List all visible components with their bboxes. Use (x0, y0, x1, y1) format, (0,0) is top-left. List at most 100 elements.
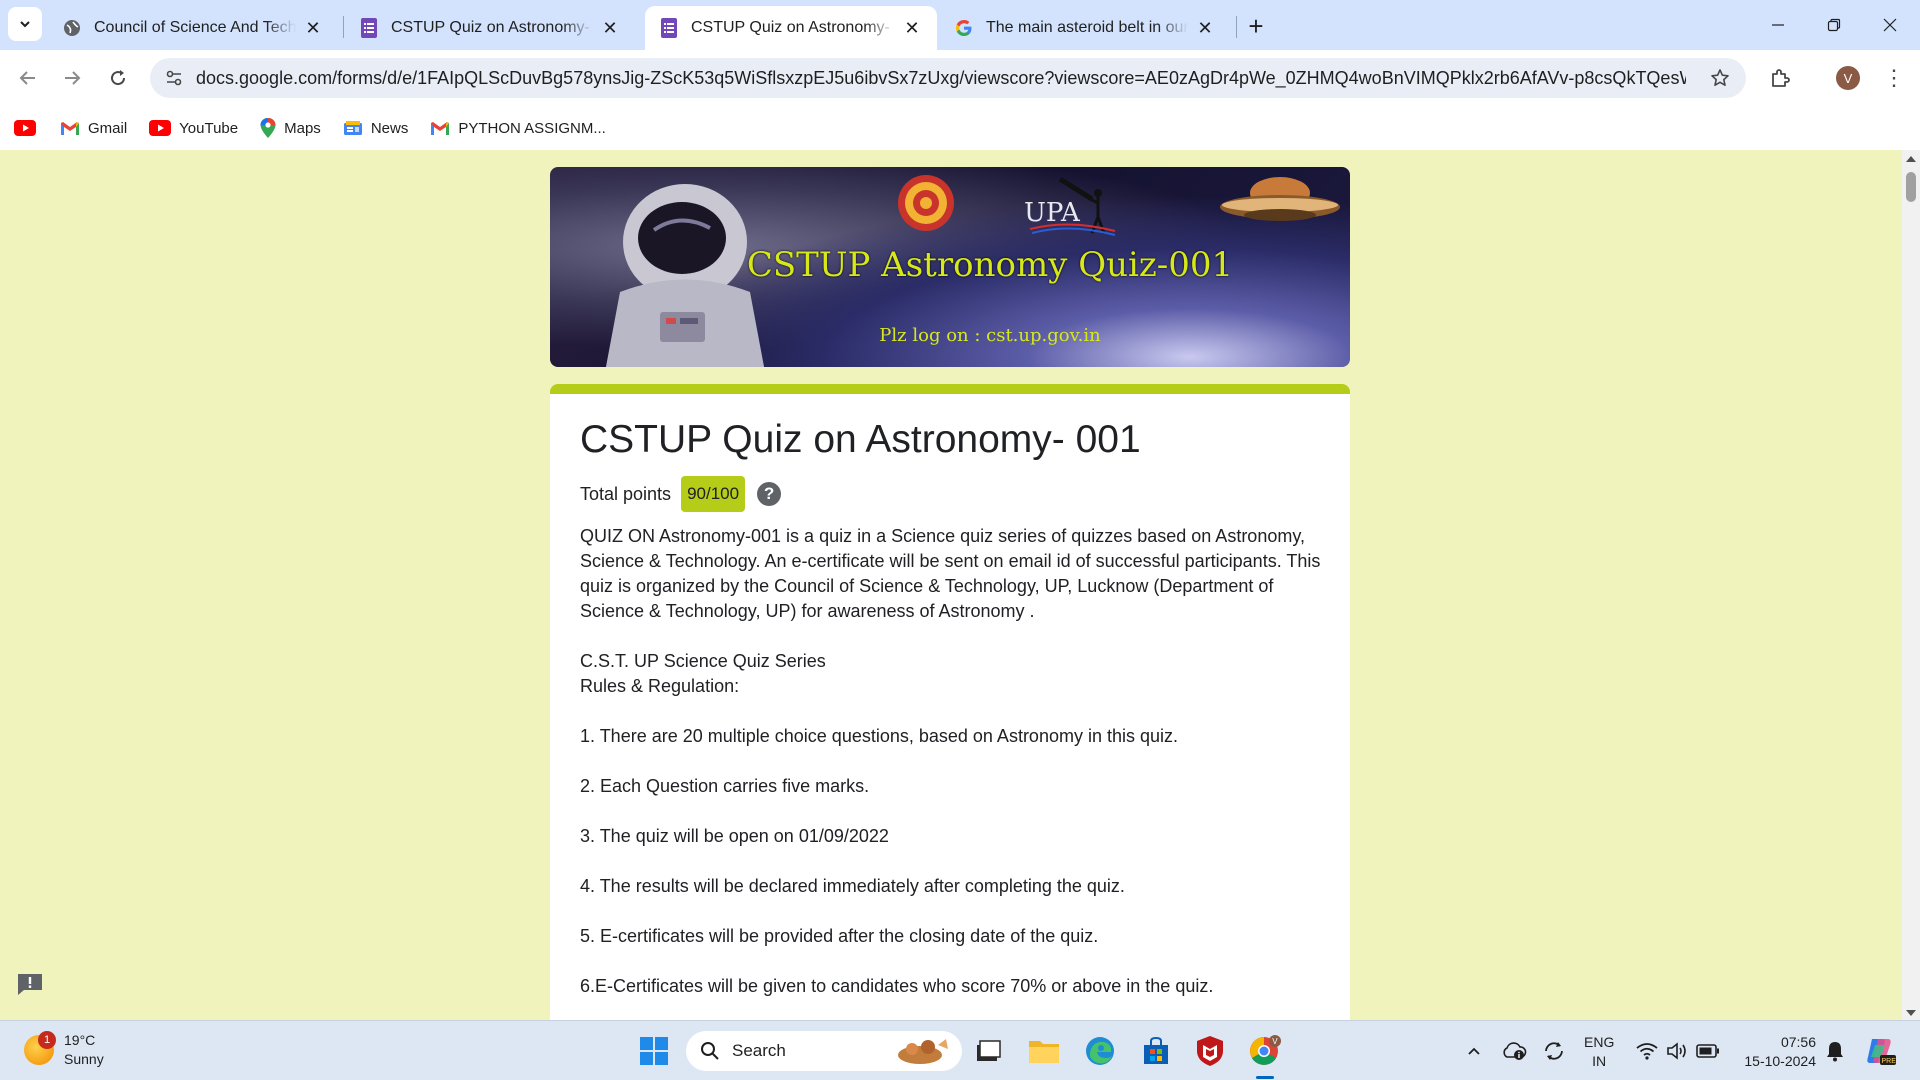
back-button[interactable] (10, 60, 46, 96)
volume-tray-icon[interactable] (1664, 1031, 1690, 1071)
notification-badge: 1 (38, 1031, 56, 1049)
sync-tray-button[interactable] (1540, 1031, 1568, 1071)
mcafee-button[interactable] (1190, 1031, 1230, 1071)
bookmark-python-assignment[interactable]: PYTHON ASSIGNM... (430, 120, 606, 137)
microsoft-store-button[interactable] (1136, 1031, 1176, 1071)
tab-asteroid[interactable]: The main asteroid belt in our so ✕ (940, 6, 1230, 50)
page-scrollbar[interactable] (1902, 150, 1920, 1020)
search-icon (700, 1041, 720, 1061)
chevron-down-icon (20, 21, 30, 28)
bookmark-label: Maps (284, 119, 321, 137)
site-info-icon[interactable] (160, 64, 188, 92)
new-tab-button[interactable]: + (1240, 10, 1272, 42)
cst-emblem-logo (898, 175, 954, 231)
bookmark-label: PYTHON ASSIGNM... (458, 119, 606, 137)
reload-icon (111, 70, 126, 86)
help-icon[interactable]: ? (757, 482, 782, 506)
points-badge: 90/100 (681, 476, 746, 512)
taskbar-search[interactable]: Search (686, 1031, 962, 1071)
close-window-button[interactable] (1862, 0, 1918, 50)
task-view-icon (977, 1040, 1001, 1061)
start-button[interactable] (634, 1031, 674, 1071)
clock-date: 15-10-2024 (1744, 1053, 1816, 1069)
weather-widget[interactable]: 1 19°C Sunny (24, 1031, 104, 1069)
scrollbar-thumb[interactable] (1906, 172, 1916, 202)
tab-council[interactable]: Council of Science And Technol ✕ (48, 6, 338, 50)
form-description: QUIZ ON Astronomy-001 is a quiz in a Sci… (580, 524, 1330, 999)
url-text[interactable]: docs.google.com/forms/d/e/1FAIpQLScDuvBg… (196, 68, 1686, 89)
scroll-up-arrow-icon[interactable] (1906, 156, 1916, 162)
youtube-icon (149, 120, 172, 136)
tab-search-button[interactable] (8, 7, 42, 41)
close-icon[interactable]: ✕ (901, 17, 923, 39)
show-hidden-icons-button[interactable] (1462, 1031, 1486, 1071)
banner-title: CSTUP Astronomy Quiz-001 (746, 245, 1234, 285)
language-code: ENG (1584, 1034, 1615, 1050)
close-icon (1883, 18, 1897, 32)
more-menu-icon[interactable]: ⋮ (1880, 64, 1908, 92)
bookmark-news[interactable]: News (343, 120, 408, 137)
tab-quiz-1[interactable]: CSTUP Quiz on Astronomy- 001 ✕ (345, 6, 635, 50)
edge-icon (1086, 1037, 1114, 1065)
chevron-up-icon (1468, 1047, 1480, 1055)
tab-title: Council of Science And Technol (94, 19, 296, 36)
chrome-taskbar-button[interactable]: V (1245, 1031, 1285, 1071)
tab-title: CSTUP Quiz on Astronomy- 001 (391, 19, 593, 36)
battery-icon (1696, 1044, 1719, 1058)
file-explorer-button[interactable] (1024, 1031, 1064, 1071)
bookmark-maps[interactable]: Maps (260, 118, 321, 138)
bell-icon (1827, 1042, 1843, 1062)
tab-quiz-2-active[interactable]: CSTUP Quiz on Astronomy- 001 ✕ (645, 6, 937, 50)
globe-icon (62, 18, 82, 38)
youtube-icon (14, 120, 36, 136)
wifi-tray-icon[interactable] (1634, 1031, 1660, 1071)
bookmark-star-icon[interactable] (1706, 64, 1734, 92)
restore-icon (1827, 18, 1841, 32)
input-language-indicator[interactable]: ENG IN (1584, 1033, 1614, 1071)
bookmark-gmail[interactable]: Gmail (60, 120, 127, 137)
region-code: IN (1592, 1053, 1607, 1069)
copilot-button[interactable]: PRE (1862, 1031, 1898, 1071)
address-bar[interactable]: docs.google.com/forms/d/e/1FAIpQLScDuvBg… (150, 58, 1746, 98)
edge-browser-button[interactable] (1080, 1031, 1120, 1071)
close-icon[interactable]: ✕ (302, 17, 324, 39)
task-view-button[interactable] (968, 1031, 1008, 1071)
profile-avatar[interactable]: V (1836, 66, 1860, 90)
sun-icon: 1 (24, 1031, 56, 1065)
minimize-button[interactable] (1750, 0, 1806, 50)
tab-title: The main asteroid belt in our so (986, 19, 1188, 36)
bookmark-youtube-icon-only[interactable] (14, 120, 44, 136)
bookmarks-bar: Gmail YouTube Maps News PYTHON ASSIGNM..… (0, 106, 1920, 150)
system-clock[interactable]: 07:56 15-10-2024 (1736, 1033, 1816, 1071)
weather-temperature: 19°C (64, 1032, 96, 1048)
notifications-button[interactable] (1822, 1031, 1848, 1071)
form-header-banner: UPA CSTUP Astronomy Quiz-001 Plz log on … (550, 167, 1350, 367)
rule-item: 1. There are 20 multiple choice question… (580, 726, 1179, 746)
plus-icon: + (1248, 10, 1264, 41)
windows-logo-icon (640, 1037, 668, 1065)
feedback-icon[interactable] (16, 972, 44, 996)
gmail-icon (60, 121, 80, 136)
close-icon[interactable]: ✕ (1194, 17, 1216, 39)
forward-button[interactable] (54, 60, 90, 96)
copilot-icon: PRE (1867, 1039, 1896, 1065)
reload-button[interactable] (100, 60, 136, 96)
extensions-button[interactable] (1764, 62, 1796, 94)
description-paragraph: QUIZ ON Astronomy-001 is a quiz in a Sci… (580, 526, 1321, 621)
restore-button[interactable] (1806, 0, 1862, 50)
rule-item: 2. Each Question carries five marks. (580, 776, 870, 796)
close-icon[interactable]: ✕ (599, 17, 621, 39)
google-icon (954, 18, 974, 38)
onedrive-tray-button[interactable] (1500, 1031, 1528, 1071)
puzzle-icon (1772, 69, 1790, 87)
bookmark-youtube[interactable]: YouTube (149, 120, 238, 137)
search-highlight-image (898, 1039, 948, 1064)
scroll-down-arrow-icon[interactable] (1906, 1010, 1916, 1016)
battery-tray-icon[interactable] (1694, 1031, 1722, 1071)
maps-icon (260, 118, 276, 138)
upa-logo: UPA (1024, 176, 1116, 236)
